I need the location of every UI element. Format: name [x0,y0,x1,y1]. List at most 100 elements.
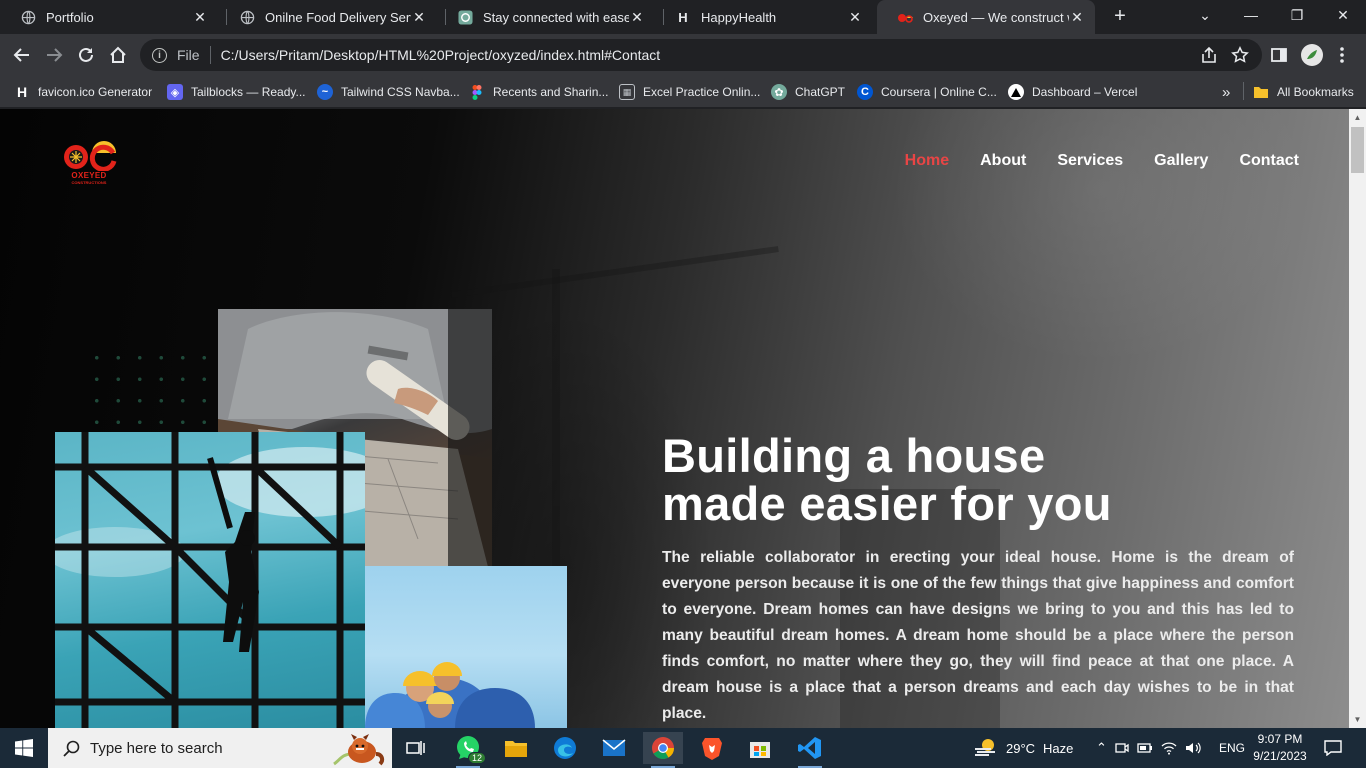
notification-center-icon[interactable] [1318,736,1348,760]
language-indicator[interactable]: ENG [1219,728,1245,768]
minimize-button[interactable]: — [1228,0,1274,32]
tab-food-delivery[interactable]: Onilne Food Delivery Service ✕ [219,0,437,34]
tab-happyhealth[interactable]: H HappyHealth ✕ [655,0,873,34]
bookmark-tailblocks[interactable]: ◈ Tailblocks — Ready... [167,82,306,102]
chevron-up-icon[interactable]: ⌃ [1096,740,1107,756]
taskbar-search[interactable]: Type here to search [48,728,392,768]
bookmarks-overflow-button[interactable]: » [1222,82,1230,102]
figma-icon [469,84,485,100]
info-icon[interactable]: i [152,47,167,63]
file-explorer-icon[interactable] [496,732,536,764]
clock-date: 9/21/2023 [1253,749,1307,763]
side-panel-icon[interactable] [1268,44,1290,66]
excel-icon: ▦ [619,84,635,100]
close-tab-icon[interactable]: ✕ [1069,9,1085,26]
task-view-icon[interactable] [396,732,436,764]
security-label: File [177,47,200,63]
tab-stay-connected[interactable]: Stay connected with ease. ✕ [437,0,655,34]
reload-button[interactable] [73,42,99,68]
forward-button[interactable] [41,42,67,68]
all-bookmarks-folder[interactable]: All Bookmarks [1253,82,1354,102]
chrome-taskbar-icon[interactable] [643,732,683,768]
close-tab-icon[interactable]: ✕ [629,9,645,26]
home-button[interactable] [105,42,131,68]
nav-about[interactable]: About [980,152,1026,170]
nav-contact[interactable]: Contact [1239,152,1299,170]
close-tab-icon[interactable]: ✕ [192,9,208,26]
bookmark-label: Tailwind CSS Navba... [341,85,460,99]
hero-title-line-2: made easier for you [662,477,1112,530]
tab-search-icon[interactable]: ⌄ [1182,0,1228,32]
chatgpt-icon [457,9,473,25]
chatgpt-icon: ✿ [771,84,787,100]
nav-gallery[interactable]: Gallery [1154,152,1208,170]
browser-toolbar: i File C:/Users/Pritam/Desktop/HTML%20Pr… [0,34,1366,76]
weather-widget[interactable]: 29°C Haze [974,728,1073,768]
bookmark-label: All Bookmarks [1277,85,1354,99]
bookmarks-divider [1243,82,1244,100]
url-text[interactable]: C:/Users/Pritam/Desktop/HTML%20Project/o… [221,47,661,63]
h-icon: H [678,9,688,25]
new-tab-button[interactable]: + [1108,4,1132,28]
page-viewport: OXEYED CONSTRUCTIONS Home About Services… [0,109,1349,728]
close-window-button[interactable]: ✕ [1320,0,1366,32]
nav-services[interactable]: Services [1057,152,1123,170]
site-logo[interactable]: OXEYED CONSTRUCTIONS [60,139,118,185]
back-button[interactable] [9,42,35,68]
bookmark-label: Dashboard – Vercel [1032,85,1138,99]
main-nav: Home About Services Gallery Contact [905,152,1299,170]
haze-weather-icon [975,739,995,756]
page-scrollbar[interactable]: ▲ ▼ [1349,109,1366,728]
microsoft-store-icon[interactable] [740,732,780,764]
brave-browser-icon[interactable] [692,732,732,764]
omnibox-divider [209,46,211,64]
h-icon: H [16,84,28,100]
bookmark-star-icon[interactable] [1229,44,1251,66]
wifi-icon[interactable] [1161,741,1177,755]
tab-oxeyed[interactable]: Oxeyed — We construct with ✕ [877,0,1095,34]
meet-now-icon[interactable] [1115,741,1129,755]
hero-title: Building a house made easier for you [662,432,1302,528]
scrollbar-thumb[interactable] [1351,127,1364,173]
scroll-up-arrow-icon[interactable]: ▲ [1349,109,1366,126]
tab-title: HappyHealth [701,9,777,25]
volume-icon[interactable] [1185,741,1201,755]
hero-title-line-1: Building a house [662,429,1046,482]
hero-description: The reliable collaborator in erecting yo… [662,549,1294,722]
vscode-icon[interactable] [790,732,830,768]
restore-button[interactable]: ❐ [1274,0,1320,32]
bookmark-vercel[interactable]: Dashboard – Vercel [1008,82,1137,102]
windows-logo-icon [15,739,33,757]
whatsapp-taskbar-icon[interactable]: 12 [448,732,488,768]
bookmark-coursera[interactable]: C Coursera | Online C... [857,82,997,102]
bookmark-tailwind[interactable]: ~ Tailwind CSS Navba... [317,82,460,102]
decorative-dot-grid [86,347,226,427]
arrow-right-icon [47,48,63,62]
nav-home[interactable]: Home [905,152,949,170]
address-bar[interactable]: i File C:/Users/Pritam/Desktop/HTML%20Pr… [140,39,1262,71]
bookmark-label: Excel Practice Onlin... [643,85,761,99]
close-tab-icon[interactable]: ✕ [411,9,427,26]
bookmark-figma[interactable]: Recents and Sharin... [469,82,608,102]
share-icon[interactable] [1198,44,1220,66]
vercel-icon [1008,84,1024,100]
start-button[interactable] [0,728,48,768]
mail-icon[interactable] [594,732,634,764]
profile-avatar[interactable] [1301,44,1323,66]
tab-portfolio[interactable]: Portfolio ✕ [0,0,218,34]
battery-icon[interactable] [1137,742,1153,754]
bookmark-favicon-generator[interactable]: H favicon.ico Generator [14,82,152,102]
bookmark-excel-practice[interactable]: ▦ Excel Practice Onlin... [619,82,760,102]
edge-browser-icon[interactable] [545,732,585,764]
whatsapp-notification-badge: 12 [467,752,486,764]
scroll-down-arrow-icon[interactable]: ▼ [1349,711,1366,728]
more-menu-icon[interactable] [1331,44,1353,66]
search-icon [62,739,80,757]
search-placeholder: Type here to search [90,739,223,757]
arrow-left-icon [13,48,29,62]
folder-icon [1253,84,1269,100]
clock-time: 9:07 PM [1257,732,1303,746]
bookmark-chatgpt[interactable]: ✿ ChatGPT [771,82,845,102]
close-tab-icon[interactable]: ✕ [847,9,863,26]
system-clock[interactable]: 9:07 PM 9/21/2023 [1246,731,1314,765]
